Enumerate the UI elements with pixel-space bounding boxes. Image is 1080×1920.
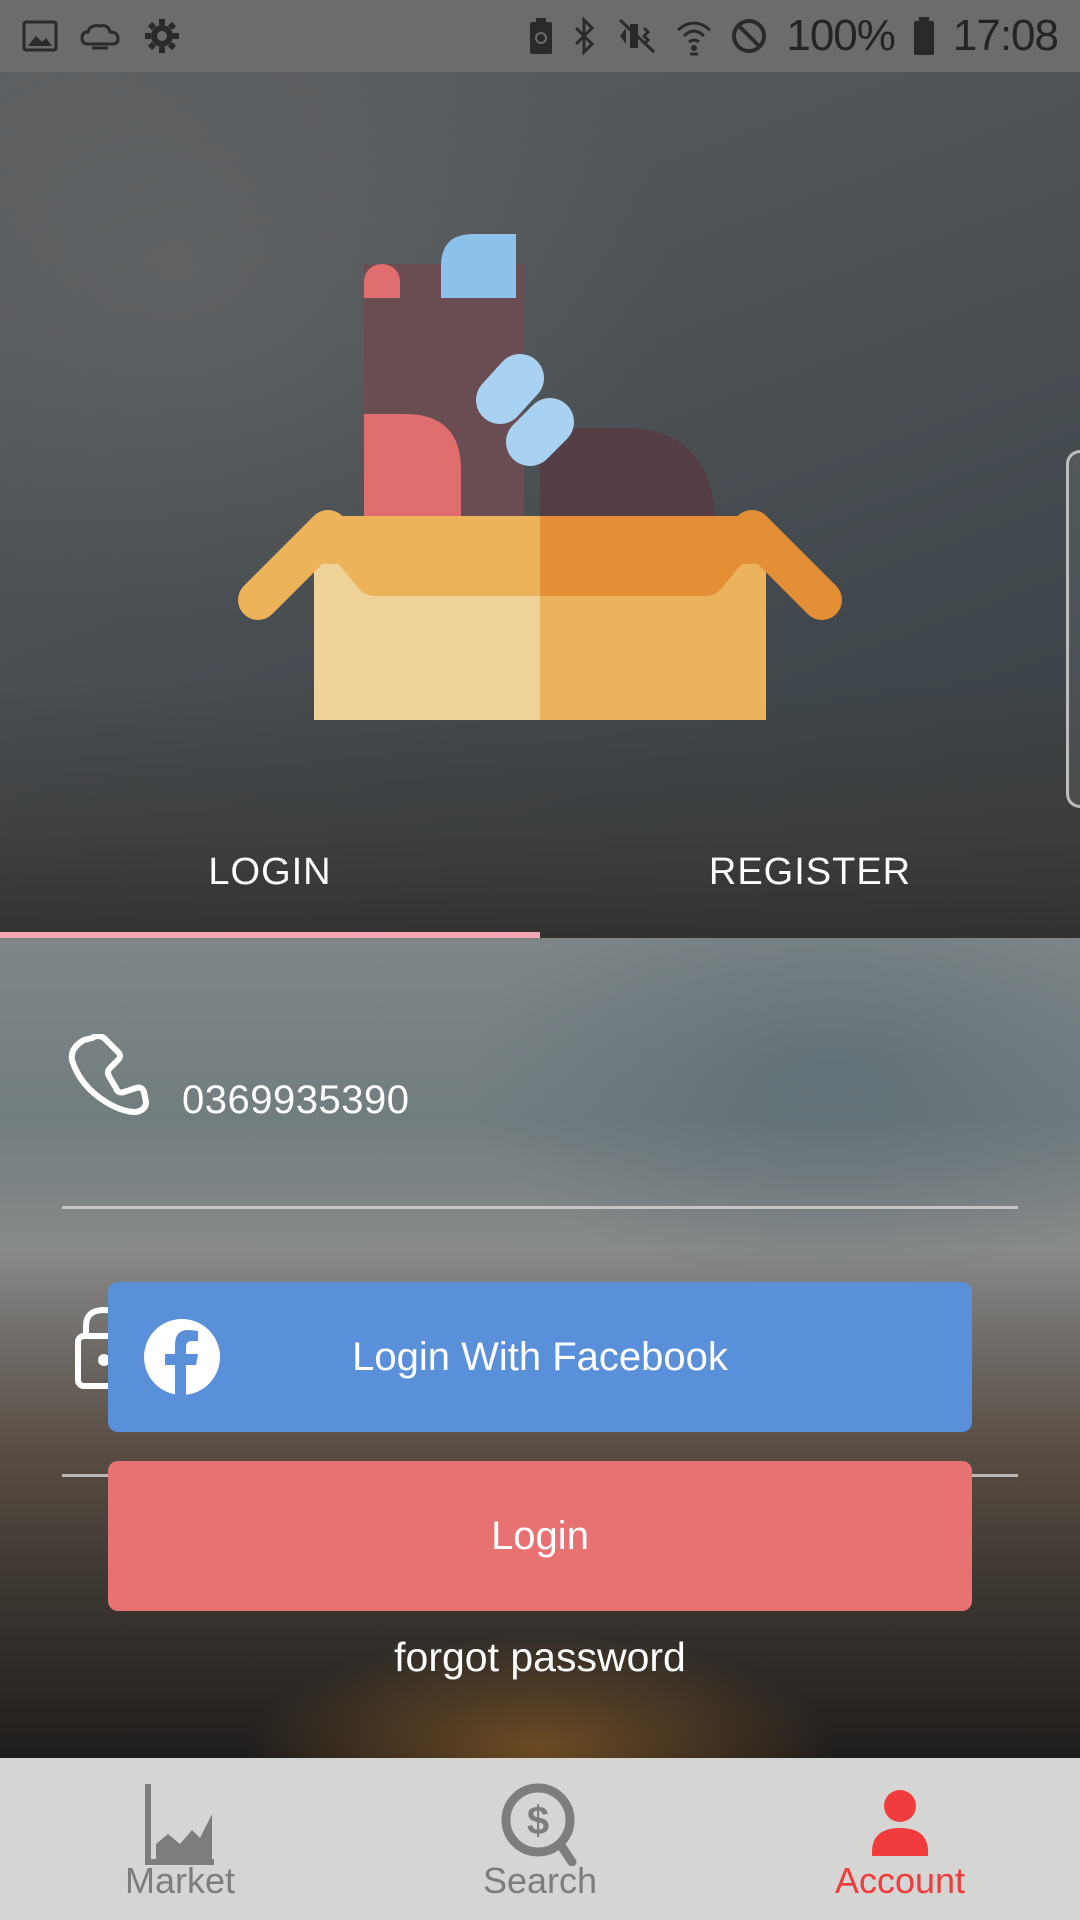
wifi-icon — [676, 16, 712, 56]
nav-label-account: Account — [834, 1860, 966, 1901]
bluetooth-icon — [572, 16, 598, 56]
login-form: 0369935390 Login With Facebook Login for… — [0, 938, 1080, 1758]
login-button[interactable]: Login — [108, 1461, 972, 1611]
auth-tabs: LOGIN REGISTER — [0, 806, 1080, 938]
nav-item-market[interactable]: Market — [0, 1758, 360, 1920]
settings-icon — [142, 16, 182, 56]
tab-login[interactable]: LOGIN — [0, 806, 540, 938]
person-icon — [868, 1782, 932, 1871]
do-not-disturb-icon — [730, 17, 768, 55]
clock: 17:08 — [952, 11, 1059, 60]
vibrate-icon — [616, 16, 658, 56]
dollar-search-icon: $ — [500, 1782, 580, 1871]
tab-register[interactable]: REGISTER — [540, 806, 1080, 938]
forgot-password-link[interactable]: forgot password — [0, 1634, 1080, 1681]
nav-label-market: Market — [124, 1860, 236, 1901]
nav-item-search[interactable]: $ Search — [360, 1758, 720, 1920]
boot-box-logo-icon — [230, 160, 850, 776]
weather-icon — [78, 18, 122, 54]
login-with-facebook-button[interactable]: Login With Facebook — [108, 1282, 972, 1432]
battery-icon — [913, 16, 935, 56]
battery-percent: 100% — [786, 11, 896, 60]
facebook-icon — [144, 1319, 220, 1405]
image-icon — [22, 18, 58, 54]
phone-field-underline — [62, 1206, 1018, 1209]
svg-text:$: $ — [527, 1799, 549, 1843]
nav-label-search: Search — [482, 1860, 598, 1901]
status-left — [22, 16, 182, 56]
nav-item-account[interactable]: Account — [720, 1758, 1080, 1920]
status-right: 100% 17:08 — [528, 11, 1059, 61]
phone-icon — [66, 1033, 150, 1123]
facebook-button-label: Login With Facebook — [352, 1334, 728, 1379]
bottom-navigation: Market $ Search Account — [0, 1758, 1080, 1920]
area-chart-icon — [144, 1782, 216, 1871]
battery-saver-icon — [528, 16, 554, 56]
status-bar: 100% 17:08 — [0, 0, 1080, 72]
phone-number-field[interactable]: 0369935390 — [182, 1078, 409, 1123]
side-panel-handle[interactable] — [1066, 450, 1080, 808]
